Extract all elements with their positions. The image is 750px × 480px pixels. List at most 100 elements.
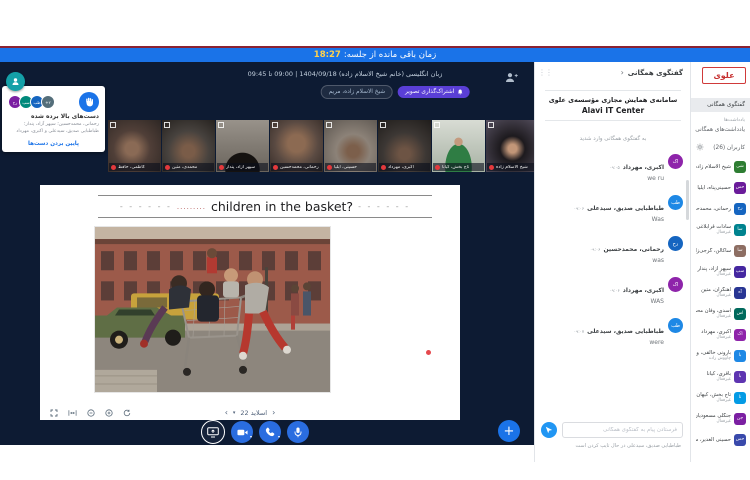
camera-options-caret[interactable]: ▾ xyxy=(250,434,252,439)
audio-options-caret[interactable]: ▾ xyxy=(278,434,280,439)
timer-value: 18:27 xyxy=(314,50,341,60)
expand-icon[interactable] xyxy=(326,122,332,128)
video-tile[interactable]: محمدی، متین xyxy=(162,120,215,172)
participant-name: حسینی الغدیر، سبحان xyxy=(696,437,731,443)
scrollbar[interactable] xyxy=(686,180,689,220)
slide-counter[interactable]: اسلاید 22 xyxy=(240,409,267,417)
system-subtitle: Alavi IT Center xyxy=(545,106,681,115)
participant-status: غیرفعال xyxy=(696,398,731,403)
sidebar-item-public-chat[interactable]: گفتگوی همگانی xyxy=(691,98,750,112)
slide-title-row: - - - - - - ......... children in the ba… xyxy=(98,195,432,218)
avatar: شی xyxy=(734,161,746,173)
participant-name: ساکالن، گرجی‌زاد xyxy=(696,248,731,254)
mic-muted-icon xyxy=(111,165,116,170)
participant-row[interactable]: باباقری، کیاناغیرفعال xyxy=(691,366,750,387)
users-header: کاربران (26) xyxy=(696,143,745,153)
participant-row[interactable]: ساساکالن، گرجی‌زاد xyxy=(691,240,750,261)
participant-row[interactable]: بابارونی خالقی، والترچاووش زاده xyxy=(691,345,750,366)
avatar: سا xyxy=(734,245,746,257)
camera-button[interactable]: ▾ xyxy=(231,421,253,443)
screen-share-button[interactable] xyxy=(201,420,225,444)
presenter-pill[interactable]: شیخ الاسلام زاده، مریم xyxy=(321,85,393,99)
audio-indicator-icon xyxy=(6,72,25,91)
expand-icon[interactable] xyxy=(434,122,440,128)
manage-users-button[interactable] xyxy=(696,143,704,153)
raised-hands-title: دست‌های بالا برده شده xyxy=(8,113,99,120)
chat-input[interactable] xyxy=(562,422,683,438)
zoom-in-button[interactable] xyxy=(105,409,113,417)
expand-icon[interactable] xyxy=(272,122,278,128)
avatar: طب xyxy=(668,318,683,333)
avatar: آه xyxy=(734,287,746,299)
video-tile[interactable]: شیخ الاسلام زاده xyxy=(486,120,534,172)
expand-icon[interactable] xyxy=(164,122,170,128)
participant-row[interactable]: حسحسینی‌پناه، ایلیا xyxy=(691,177,750,198)
video-tile-name: کاظمی، حافظ xyxy=(118,165,145,170)
prev-slide-button[interactable]: ‹ xyxy=(225,408,228,417)
timer-label: زمان باقی مانده از جلسه: xyxy=(344,50,436,60)
audio-button[interactable]: ▾ xyxy=(259,421,281,443)
camera-icon xyxy=(237,428,248,437)
refresh-button[interactable] xyxy=(123,409,131,417)
participant-row[interactable]: ساسادات قرابلاغی، سپهرغیرفعال xyxy=(691,219,750,240)
send-message-button[interactable] xyxy=(541,422,557,438)
hand-icon xyxy=(84,97,94,107)
participant-status: غیرفعال xyxy=(701,293,731,298)
expand-icon[interactable] xyxy=(110,122,116,128)
participant-row[interactable]: جنجنگلی مسعودیان، آریوغیرفعال xyxy=(691,408,750,429)
message-sender: طباطبایی صدیق، سیدعلی xyxy=(587,328,664,335)
presenter-pill-label: شیخ الاسلام زاده، مریم xyxy=(329,89,385,95)
plus-icon: + xyxy=(504,425,515,438)
session-title: زبان انگلیسی (خانم شیخ الاسلام زاده) 140… xyxy=(248,70,443,78)
share-video-button[interactable]: اشتراک‌گذاری تصویر xyxy=(398,86,469,98)
users-count-label: کاربران (26) xyxy=(713,145,745,151)
fit-width-button[interactable] xyxy=(68,409,77,417)
video-tile[interactable]: حسینی، ایلیا xyxy=(324,120,377,172)
video-tile[interactable]: اکبری، مهرداد xyxy=(378,120,431,172)
message-text: were xyxy=(571,339,664,346)
next-slide-button[interactable]: › xyxy=(272,408,275,417)
participant-row[interactable]: حسحسینی الغدیر، سبحان xyxy=(691,429,750,450)
lower-hands-button[interactable]: پایین بردن دست‌ها xyxy=(2,141,105,147)
whiteboard[interactable]: - - - - - - ......... children in the ba… xyxy=(40,185,460,420)
chat-header[interactable]: گفتگوی همگانی ‹ xyxy=(551,68,683,77)
fullscreen-button[interactable] xyxy=(50,409,58,417)
video-tile[interactable]: سپهر آزاد، پندار xyxy=(216,120,269,172)
presentation-stage: زبان انگلیسی (خانم شیخ الاسلام زاده) 140… xyxy=(0,62,534,445)
title-blank-dots: ......... xyxy=(177,203,206,211)
av-controls: ▾ ▾ xyxy=(201,420,309,444)
video-tile-name: حسینی، ایلیا xyxy=(334,165,357,170)
send-icon xyxy=(545,426,553,434)
participant-row[interactable]: سپسپهر آزاد، پندارغیرفعال xyxy=(691,261,750,282)
participant-row[interactable]: تاتاج بخش، کیهانغیرفعال xyxy=(691,387,750,408)
video-tile[interactable]: تاج بخش، کیانا xyxy=(432,120,485,172)
video-tile[interactable]: رحمانی، محمدحسین xyxy=(270,120,323,172)
video-tile[interactable]: کاظمی، حافظ xyxy=(108,120,161,172)
actions-plus-button[interactable]: + xyxy=(498,420,520,442)
expand-icon[interactable] xyxy=(218,122,224,128)
participant-status: چاووش زاده xyxy=(696,356,731,361)
participant-row[interactable]: اساسدی، وفان محمدغیرفعال xyxy=(691,303,750,324)
expand-icon[interactable] xyxy=(488,122,494,128)
avatar: طب xyxy=(668,195,683,210)
expand-icon[interactable] xyxy=(380,122,386,128)
participant-status: غیرفعال xyxy=(696,419,731,424)
screen-share-icon xyxy=(207,427,219,438)
participant-row[interactable]: اکاکبری، مهردادغیرفعال xyxy=(691,324,750,345)
alavi-logo: علوی xyxy=(702,67,746,84)
participant-row[interactable]: رحرحمانی، محمدحسین xyxy=(691,198,750,219)
raise-hand-button[interactable] xyxy=(79,92,99,112)
sidebar-item-shared-notes[interactable]: یادداشت‌های همگانی xyxy=(695,127,745,133)
panel-drag-handle[interactable]: ⋮⋮ xyxy=(538,68,552,77)
slide-dropdown-caret[interactable]: ▾ xyxy=(233,410,236,416)
add-user-button[interactable] xyxy=(505,68,518,87)
chat-message: اک اکبری، مهرداد۰۹:۰۵ we ru xyxy=(541,154,683,182)
participant-list: شیشیخ الاسلام زاده (شما) حسحسینی‌پناه، ا… xyxy=(691,156,750,462)
mic-button[interactable] xyxy=(287,421,309,443)
participant-status: غیرفعال xyxy=(696,314,731,319)
whiteboard-toolbar: ‹ ▾ اسلاید 22 › xyxy=(40,405,460,420)
avatar: رح xyxy=(668,236,683,251)
participant-row[interactable]: آهآهنگران، متینغیرفعال xyxy=(691,282,750,303)
zoom-out-button[interactable] xyxy=(87,409,95,417)
participant-row[interactable]: شیشیخ الاسلام زاده (شما) xyxy=(691,156,750,177)
